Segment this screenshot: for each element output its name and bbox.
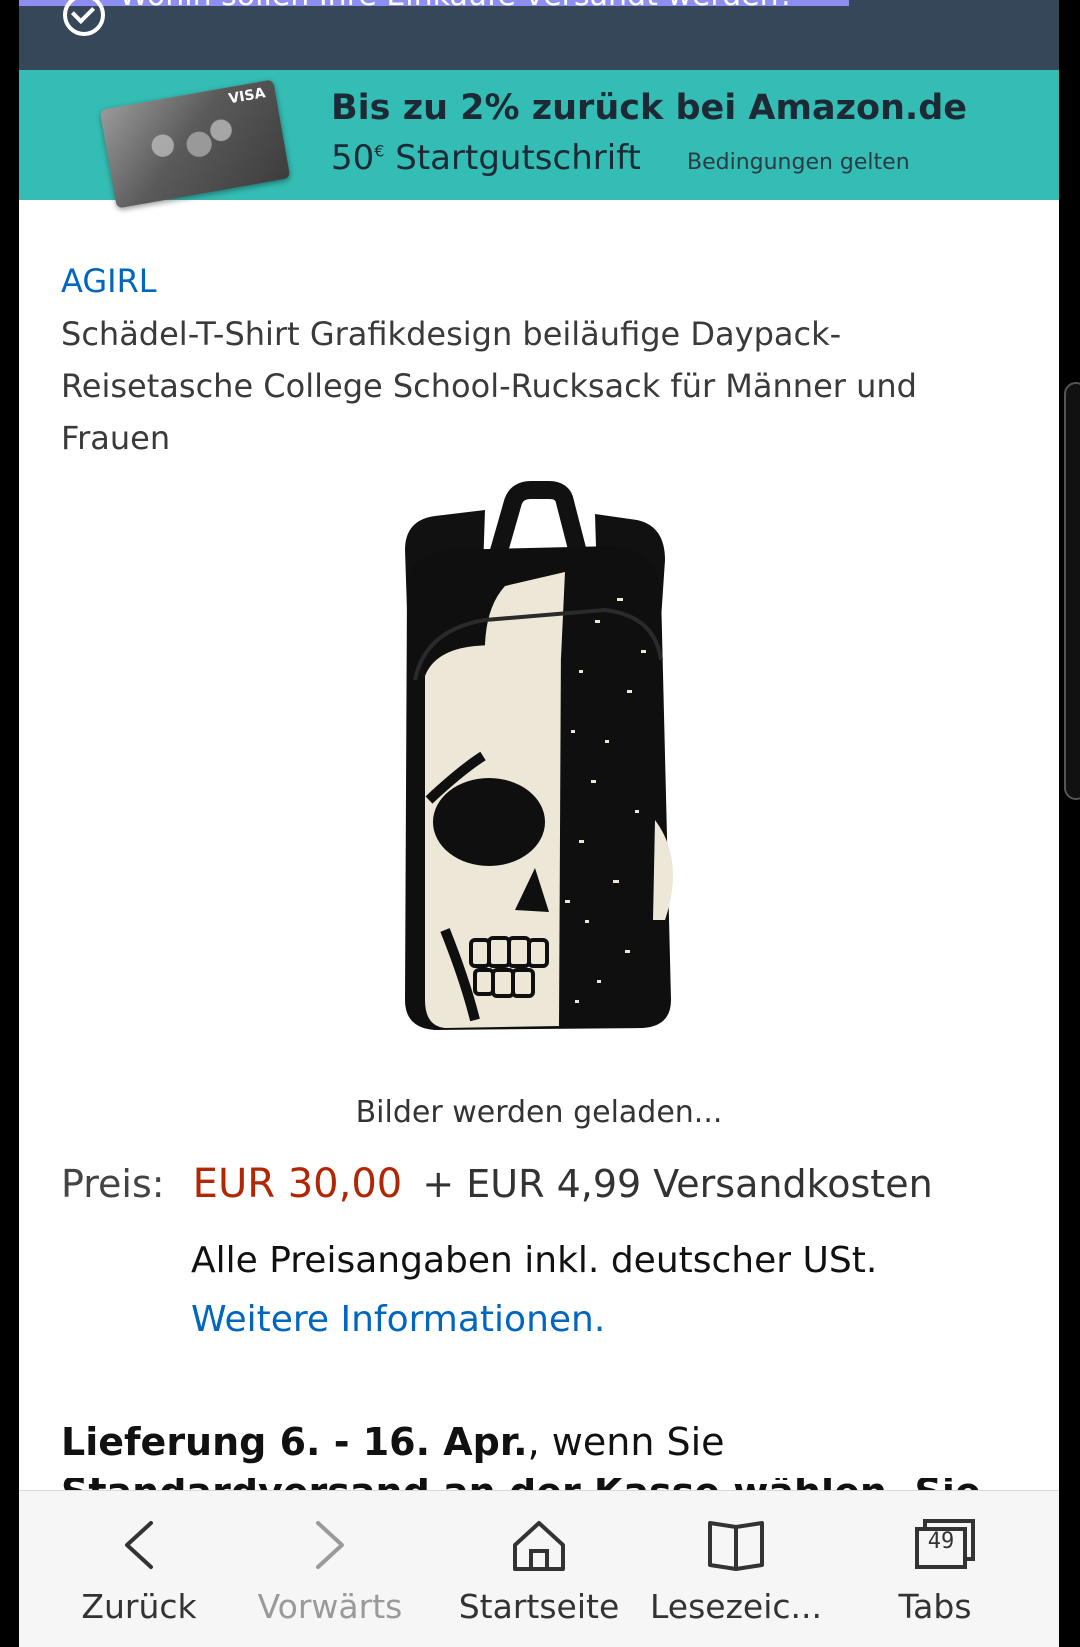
promo-terms: Bedingungen gelten — [687, 150, 910, 175]
more-info-link[interactable]: Weitere Informationen. — [191, 1299, 605, 1340]
delivery-info: Lieferung 6. - 16. Apr., wenn Sie — [61, 1420, 725, 1464]
skull-backpack-graphic — [405, 481, 673, 1030]
promo-headline: Bis zu 2% zurück bei Amazon.de — [331, 88, 968, 128]
edge-panel-handle[interactable] — [1064, 382, 1080, 800]
shipping-cost: + EUR 4,99 Versandkosten — [422, 1162, 933, 1206]
tabs-button[interactable]: 49 Tabs — [835, 1491, 1035, 1647]
location-check-icon — [63, 0, 105, 36]
tabs-label: Tabs — [898, 1587, 972, 1626]
promo-currency: € — [374, 141, 385, 161]
browser-viewport: Wohin sollen Ihre Einkäufe versandt werd… — [19, 0, 1059, 1647]
image-loading-status: Bilder werden geladen... — [355, 1095, 723, 1130]
tax-note: Alle Preisangaben inkl. deutscher USt. — [191, 1240, 878, 1281]
browser-bottom-toolbar: Zurück Vorwärts Startseite Lesezeic... 4… — [19, 1490, 1059, 1647]
delivery-prompt[interactable]: Wohin sollen Ihre Einkäufe versandt werd… — [119, 0, 795, 13]
bookmarks-button[interactable]: Lesezeic... — [636, 1491, 836, 1647]
world-map-graphic — [123, 111, 251, 182]
back-button[interactable]: Zurück — [39, 1491, 239, 1647]
delivery-location-bar[interactable]: Wohin sollen Ihre Einkäufe versandt werd… — [19, 0, 1059, 70]
promo-subline-text: Startgutschrift — [395, 138, 641, 178]
chevron-left-icon — [125, 1521, 153, 1569]
price-row: Preis: EUR 30,00 + EUR 4,99 Versandkoste… — [61, 1161, 933, 1207]
promo-banner[interactable]: VISA Bis zu 2% zurück bei Amazon.de 50€ … — [19, 70, 1059, 209]
promo-amount: 50 — [331, 138, 375, 178]
home-icon — [513, 1521, 565, 1571]
visa-logo: VISA — [227, 85, 267, 108]
tab-count: 49 — [927, 1529, 955, 1554]
brand-link[interactable]: AGIRL — [61, 262, 157, 300]
price-amount: EUR 30,00 — [192, 1161, 403, 1207]
product-title: Schädel-T-Shirt Grafikdesign beiläufige … — [61, 315, 917, 457]
delivery-date: Lieferung 6. - 16. Apr. — [61, 1420, 528, 1464]
home-button[interactable]: Startseite — [439, 1491, 639, 1647]
credit-card-image: VISA — [99, 79, 291, 209]
promo-subline: 50€ Startgutschrift — [331, 138, 641, 178]
forward-button[interactable]: Vorwärts — [230, 1491, 430, 1647]
delivery-condition: , wenn Sie — [527, 1420, 725, 1464]
chevron-right-icon — [316, 1521, 344, 1569]
product-image[interactable] — [365, 480, 715, 1054]
price-label: Preis: — [61, 1162, 165, 1206]
forward-label: Vorwärts — [257, 1587, 403, 1626]
book-icon — [708, 1521, 764, 1571]
